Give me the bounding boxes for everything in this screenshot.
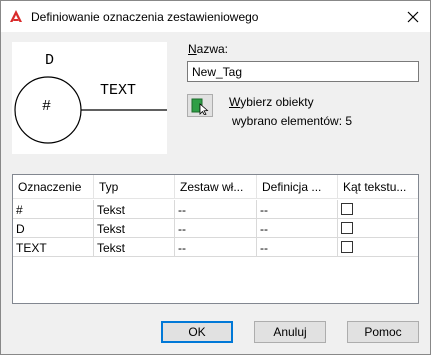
close-icon (407, 11, 419, 22)
close-button[interactable] (396, 1, 430, 32)
preview-top-letter: D (45, 52, 54, 69)
window-title: Definiowanie oznaczenia zestawieniowego (31, 10, 259, 24)
kat-tekstu-checkbox[interactable] (341, 222, 353, 234)
select-objects-icon (191, 98, 209, 115)
preview-right-text: TEXT (100, 82, 136, 99)
cell-definicja[interactable]: -- (257, 200, 338, 219)
select-objects-label-rest: ybierz obiekty (240, 95, 314, 109)
cell-definicja[interactable]: -- (257, 219, 338, 238)
cell-typ[interactable]: Tekst (94, 238, 175, 257)
cell-zestaw[interactable]: -- (175, 200, 257, 219)
cell-typ[interactable]: Tekst (94, 200, 175, 219)
title-bar[interactable]: Definiowanie oznaczenia zestawieniowego (1, 1, 430, 32)
column-header-zestaw[interactable]: Zestaw wł... (175, 175, 257, 199)
cell-kat-tekstu (338, 238, 418, 257)
kat-tekstu-checkbox[interactable] (341, 241, 353, 253)
column-header-oznaczenie[interactable]: Oznaczenie (13, 175, 94, 199)
name-label-rest: azwa: (196, 42, 229, 56)
cell-kat-tekstu (338, 200, 418, 219)
name-input[interactable] (187, 61, 419, 82)
cell-kat-tekstu (338, 219, 418, 238)
cell-zestaw[interactable]: -- (175, 219, 257, 238)
table-row[interactable]: TEXT Tekst -- -- (13, 238, 418, 257)
tag-properties-grid[interactable]: Oznaczenie Typ Zestaw wł... Definicja ..… (12, 174, 419, 304)
grid-header: Oznaczenie Typ Zestaw wł... Definicja ..… (13, 175, 418, 199)
column-header-typ[interactable]: Typ (94, 175, 175, 199)
dialog-window: Definiowanie oznaczenia zestawieniowego … (0, 0, 431, 355)
cancel-button[interactable]: Anuluj (254, 321, 326, 343)
preview-drawing: D # TEXT (14, 52, 167, 144)
kat-tekstu-checkbox[interactable] (341, 203, 353, 215)
cell-oznaczenie[interactable]: # (13, 200, 94, 219)
tag-preview: D # TEXT (12, 42, 167, 154)
name-label: Nazwa: (188, 42, 228, 56)
select-objects-button[interactable] (187, 94, 213, 117)
preview-center-symbol: # (42, 98, 51, 115)
ok-button[interactable]: OK (161, 321, 233, 343)
name-label-accelerator: N (188, 42, 197, 56)
column-header-definicja[interactable]: Definicja ... (257, 175, 338, 199)
table-row[interactable]: # Tekst -- -- (13, 200, 418, 219)
selected-count-text: wybrano elementów: 5 (232, 114, 353, 128)
cell-oznaczenie[interactable]: TEXT (13, 238, 94, 257)
column-header-kat-tekstu[interactable]: Kąt tekstu... (338, 175, 418, 199)
cell-typ[interactable]: Tekst (94, 219, 175, 238)
cell-zestaw[interactable]: -- (175, 238, 257, 257)
cell-definicja[interactable]: -- (257, 238, 338, 257)
select-objects-accelerator: W (229, 95, 241, 109)
cell-oznaczenie[interactable]: D (13, 219, 94, 238)
help-button[interactable]: Pomoc (347, 321, 419, 343)
select-objects-label: Wybierz obiekty (229, 95, 314, 109)
autocad-app-icon (8, 8, 24, 24)
table-row[interactable]: D Tekst -- -- (13, 219, 418, 238)
